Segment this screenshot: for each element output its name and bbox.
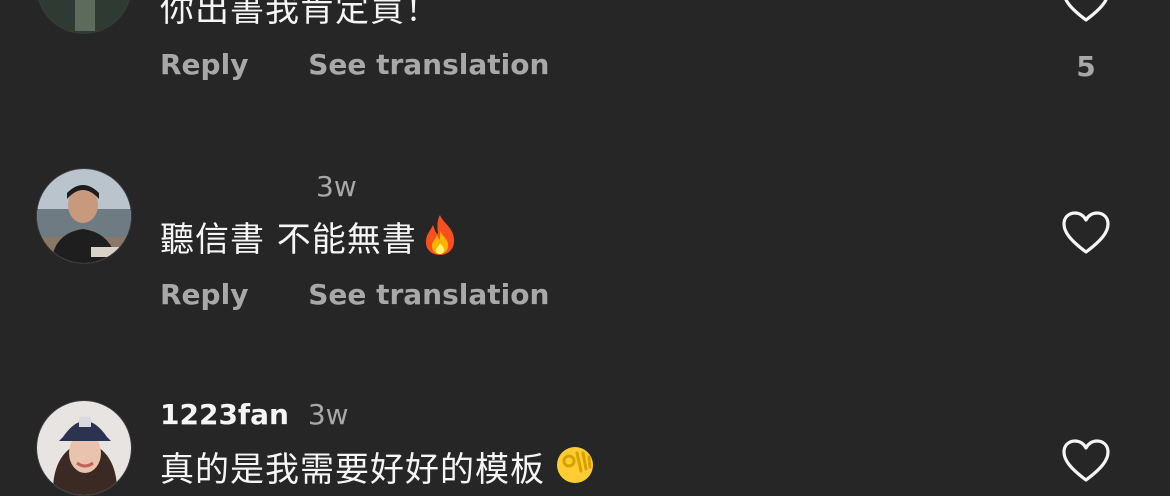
comment-text: 你出書我肯定買！ — [160, 0, 440, 30]
reply-button[interactable]: Reply — [160, 278, 248, 311]
comment-meta: 3w — [160, 170, 357, 203]
ok-hand-icon — [557, 447, 593, 483]
avatar[interactable] — [36, 400, 132, 496]
comment-actions: Reply See translation — [160, 48, 549, 81]
comment-actions: Reply See translation — [160, 278, 549, 311]
comment-item: 你出書我肯定買！ Reply See translation 5 — [0, 0, 1170, 120]
comment-item: 3w 聽信書 不能無書 Reply See translation — [0, 160, 1170, 330]
avatar-image — [37, 401, 131, 495]
comment-text: 聽信書 不能無書 — [160, 212, 459, 261]
comment-text: 真的是我需要好好的模板 — [160, 442, 597, 491]
avatar-image — [37, 169, 131, 263]
heart-icon[interactable] — [1060, 438, 1112, 484]
see-translation-button[interactable]: See translation — [308, 278, 549, 311]
heart-icon[interactable] — [1060, 210, 1112, 256]
comment-item: 1223fan 3w 真的是我需要好好的模板 — [0, 392, 1170, 496]
timestamp: 3w — [307, 398, 349, 431]
see-translation-button[interactable]: See translation — [308, 48, 549, 81]
like-count: 5 — [1076, 50, 1096, 83]
reply-button[interactable]: Reply — [160, 48, 248, 81]
avatar[interactable] — [36, 0, 132, 34]
avatar-image — [37, 0, 131, 33]
timestamp: 3w — [316, 170, 357, 203]
comment-meta: 1223fan 3w — [160, 398, 349, 431]
username[interactable]: 1223fan — [160, 398, 289, 431]
fire-icon — [425, 215, 454, 255]
heart-icon[interactable] — [1060, 0, 1112, 24]
avatar[interactable] — [36, 168, 132, 264]
